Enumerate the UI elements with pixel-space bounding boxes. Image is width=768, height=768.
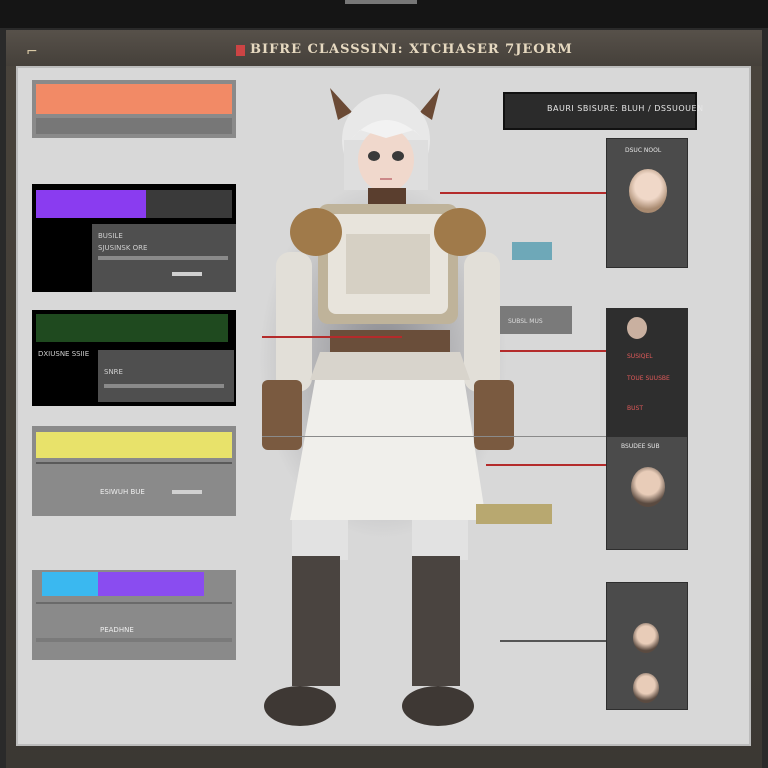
profile-caption: DSUC NOOL	[625, 147, 662, 154]
profile-portrait	[633, 673, 659, 703]
leader-line-4	[486, 464, 606, 466]
profile-portrait	[627, 317, 647, 339]
info-header: BAURI SBISURE: BLUH / DSSUOUEN	[503, 92, 703, 130]
profile-card-2[interactable]: SUSIQEL TOUE SUUSBE BUST	[606, 308, 688, 438]
leader-line-2	[262, 336, 402, 338]
mid-label: SUBSL MUS	[508, 318, 543, 325]
profile-portrait	[629, 169, 667, 213]
profile-line: SUSIQEL	[627, 353, 653, 360]
profile-line: TOUE SUUSBE	[627, 375, 670, 382]
swatch-tan	[476, 504, 552, 524]
profile-card-1[interactable]: DSUC NOOL	[606, 138, 688, 268]
profile-portrait	[633, 623, 659, 653]
profile-line: BUST	[627, 405, 643, 412]
info-header-text: BAURI SBISURE: BLUH / DSSUOUEN	[547, 104, 704, 113]
profile-caption: BSUDEE SUB	[621, 443, 660, 450]
leader-line-3	[500, 350, 606, 352]
profile-card-4[interactable]	[606, 582, 688, 710]
profile-card-3[interactable]: BSUDEE SUB	[606, 436, 688, 550]
leader-line-5	[500, 640, 606, 642]
leader-line-1	[440, 192, 606, 194]
profile-portrait	[631, 467, 665, 507]
leader-line-6	[262, 436, 612, 437]
swatch-teal	[512, 242, 552, 260]
